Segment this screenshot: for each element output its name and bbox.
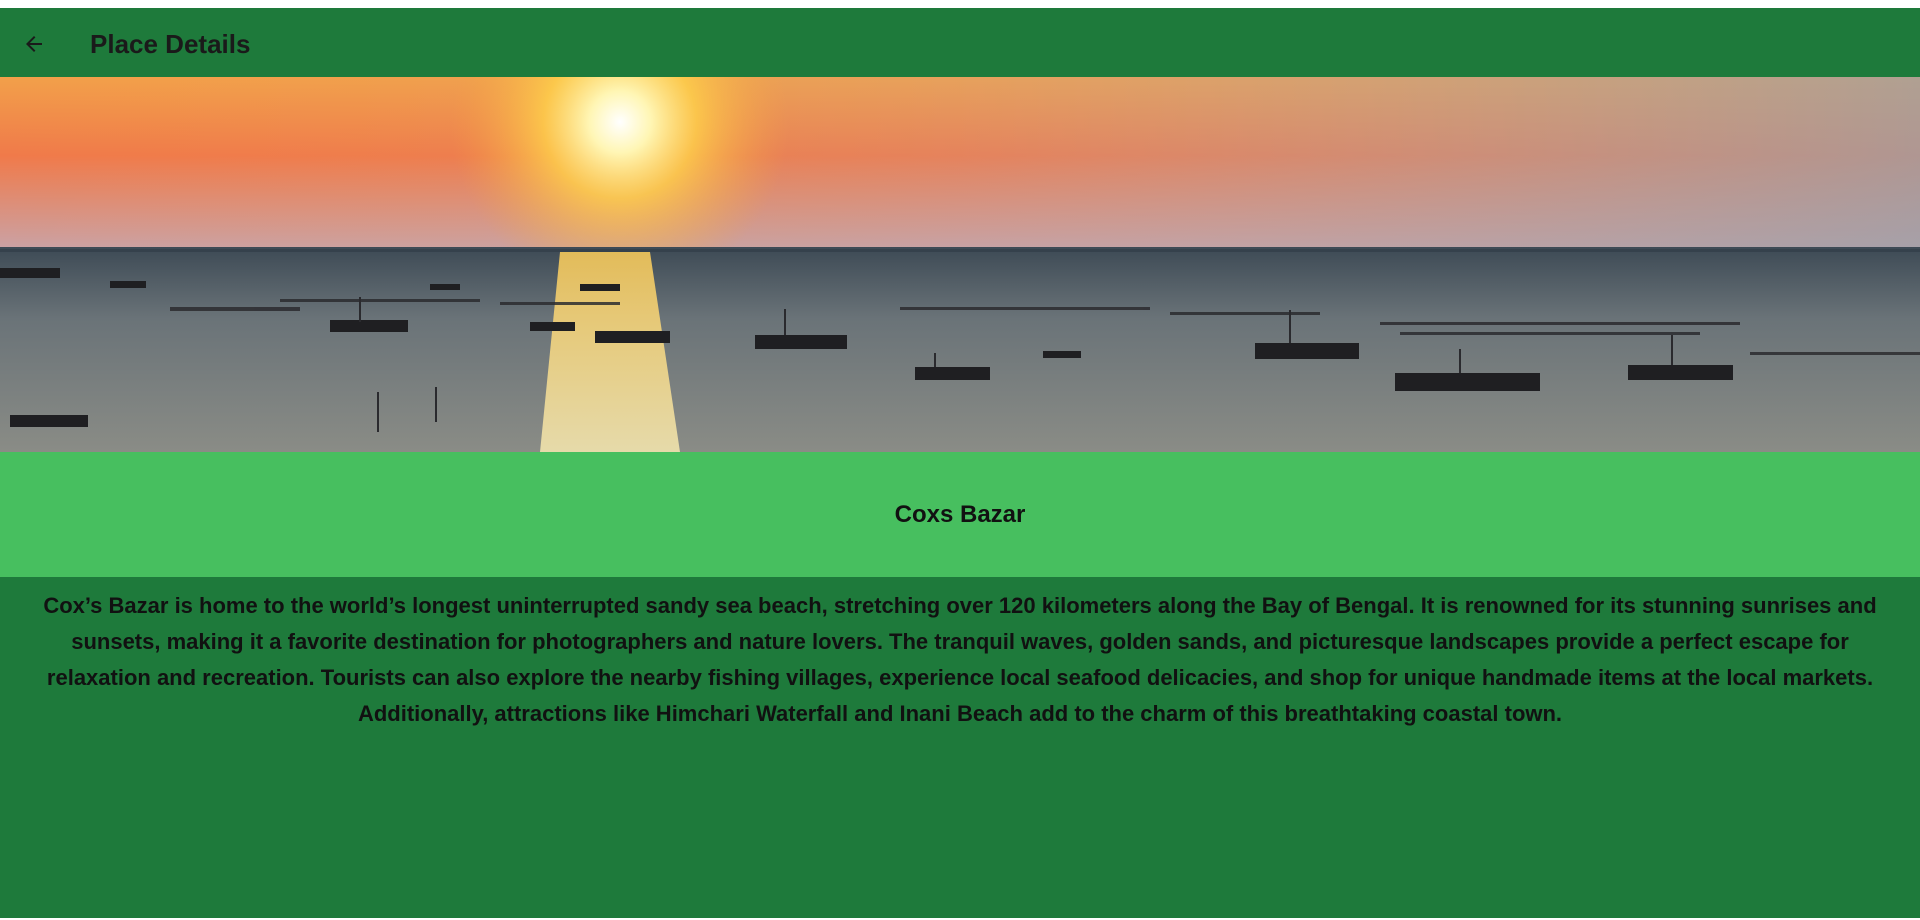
place-description: Cox’s Bazar is home to the world’s longe… <box>43 593 1877 726</box>
sunset-sea-image <box>0 77 1920 452</box>
app-bar: Place Details <box>0 8 1920 77</box>
app-frame: Place Details Coxs Bazar Cox’s Bazar is … <box>0 8 1920 918</box>
arrow-left-icon <box>26 36 42 52</box>
page-title: Place Details <box>90 29 251 59</box>
place-title-band: Coxs Bazar <box>0 452 1920 577</box>
back-button[interactable] <box>18 28 50 60</box>
place-name: Coxs Bazar <box>894 500 1026 528</box>
hero-image <box>0 77 1920 452</box>
